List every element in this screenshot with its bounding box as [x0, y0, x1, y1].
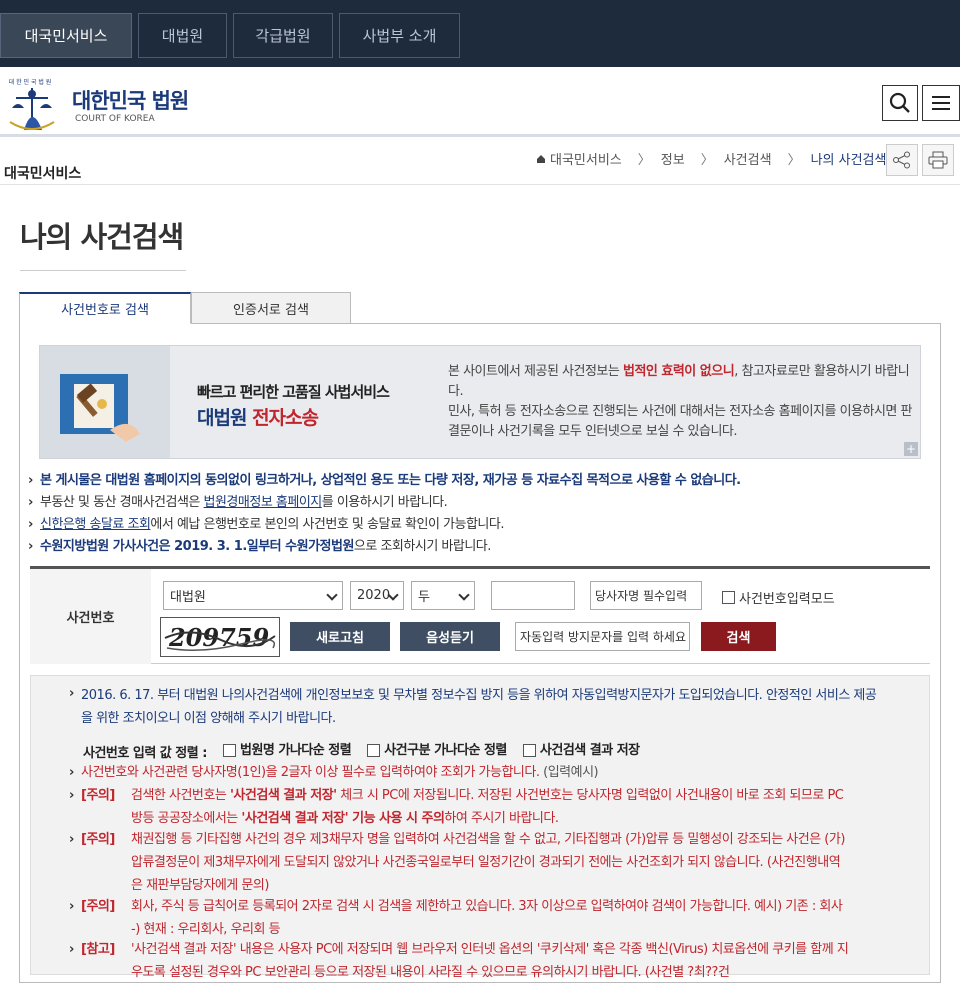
sub-bar: 대국민서비스 대국민서비스 〉 정보 〉 사건검색 〉 나의 사건검색 — [0, 137, 960, 185]
tab-search-by-case-number[interactable]: 사건번호로 검색 — [19, 292, 191, 324]
save-results-checkbox[interactable]: 사건검색 결과 저장 — [522, 739, 640, 762]
home-icon[interactable] — [536, 154, 546, 164]
tab-courts[interactable]: 각급법원 — [233, 13, 333, 58]
page-title: 나의 사건검색 — [20, 220, 184, 254]
site-header: 대 한 민 국 법 원 대한민국 법원 COURT OF KOREA — [0, 67, 960, 137]
ecourt-banner[interactable]: 빠르고 편리한 고품질 사법서비스 대법원 전자소송 본 사이트에서 제공된 사… — [39, 345, 921, 459]
case-number-input[interactable] — [491, 581, 575, 610]
share-button[interactable] — [886, 144, 918, 176]
tab-judiciary-intro[interactable]: 사법부 소개 — [339, 13, 460, 58]
party-name-input[interactable]: 당사자명 필수입력 — [590, 581, 702, 610]
info-box: › 2016. 6. 17. 부터 대법원 나의사건검색에 개인정보보호 및 무… — [30, 675, 930, 980]
top-nav: 대국민서비스 대법원 각급법원 사법부 소개 — [0, 0, 960, 67]
tab-search-by-certificate[interactable]: 인증서로 검색 — [191, 292, 351, 324]
refresh-captcha-button[interactable]: 새로고침 — [290, 622, 390, 651]
breadcrumb-item-current: 나의 사건검색 — [810, 153, 887, 168]
banner-ecourt-title: 대법원 전자소송 — [197, 407, 319, 429]
list-item: 본 게시물은 대법원 홈페이지의 동의없이 링크하거나, 상업적인 용도 또는 … — [28, 470, 741, 492]
chevron-down-icon — [458, 589, 470, 601]
sort-court-name-checkbox[interactable]: 법원명 가나다순 정렬 — [222, 739, 352, 762]
list-item: 신한은행 송달료 조회에서 예납 은행번호로 본인의 사건번호 및 송달료 확인… — [28, 514, 741, 536]
search-tabs: 사건번호로 검색 인증서로 검색 — [19, 292, 351, 324]
reference-cookie-text: '사건검색 결과 저장' 내용은 사용자 PC에 저장되며 웹 브라우저 인터넷… — [131, 942, 849, 980]
banner-headline: 빠르고 편리한 고품질 사법서비스 — [197, 383, 390, 401]
banner-notice: 본 사이트에서 제공된 사건정보는 법적인 효력이 없으니, 참고자료로만 활용… — [448, 364, 912, 439]
captcha-image: 209759 — [160, 617, 280, 657]
court-select[interactable]: 대법원 — [163, 581, 343, 610]
svg-text:대 한 민 국 법 원: 대 한 민 국 법 원 — [9, 78, 52, 86]
caution-company-text: 회사, 주식 등 급칙어로 등록되어 2자로 검색 시 검색을 제한하고 있습니… — [131, 899, 843, 937]
search-button[interactable] — [882, 85, 918, 121]
tab-public-service[interactable]: 대국민서비스 — [0, 13, 132, 58]
print-button[interactable] — [922, 144, 954, 176]
tab-supreme-court[interactable]: 대법원 — [138, 13, 227, 58]
captcha-input[interactable]: 자동입력 방지문자를 입력 하세요 — [515, 622, 690, 651]
shinhan-fee-link[interactable]: 신한은행 송달료 조회 — [40, 517, 151, 532]
menu-button[interactable] — [922, 85, 960, 121]
court-logo-icon[interactable]: 대 한 민 국 법 원 — [2, 74, 62, 136]
hamburger-menu-icon — [932, 96, 950, 110]
audio-captcha-button[interactable]: 음성듣기 — [400, 622, 500, 651]
caution-tag: [주의] — [81, 832, 115, 847]
search-submit-button[interactable]: 검색 — [701, 622, 776, 651]
gavel-illustration — [40, 346, 170, 458]
list-item: 부동산 및 동산 경매사건검색은 법원경매정보 홈페이지를 이용하시기 바랍니다… — [28, 492, 741, 514]
list-item: 수원지방법원 가사사건은 2019. 3. 1.일부터 수원가정법원으로 조회하… — [28, 536, 741, 558]
reference-tag: [참고] — [81, 942, 115, 957]
caution-tag: [주의] — [81, 899, 115, 914]
brand-title[interactable]: 대한민국 법원 — [72, 85, 189, 115]
breadcrumb: 대국민서비스 〉 정보 〉 사건검색 〉 나의 사건검색 — [536, 149, 892, 168]
caution-execution-text: 채권집행 등 기타집행 사건의 경우 제3채무자 명을 입력하여 사건검색을 할… — [131, 832, 845, 893]
captcha-intro-text: 2016. 6. 17. 부터 대법원 나의사건검색에 개인정보보호 및 무차별… — [81, 688, 877, 726]
title-divider — [20, 270, 186, 271]
chevron-right-icon: 〉 — [700, 153, 714, 168]
case-search-form: 사건번호 대법원 2020 두 당사자명 필수입력 사건번호입력모드 20975… — [30, 566, 930, 664]
share-icon — [893, 151, 910, 169]
caution-save-text: 검색한 사건번호는 '사건검색 결과 저장' 체크 시 PC에 저장됩니다. 저… — [131, 788, 844, 826]
year-select[interactable]: 2020 — [350, 581, 404, 610]
section-title: 대국민서비스 — [4, 166, 82, 182]
case-type-select[interactable]: 두 — [411, 581, 475, 610]
case-number-label: 사건번호 — [30, 569, 151, 664]
chevron-right-icon: 〉 — [787, 153, 801, 168]
printer-icon — [928, 151, 948, 169]
case-number-mode-checkbox[interactable]: 사건번호입력모드 — [722, 588, 835, 607]
input-example-link[interactable]: (입력예시) — [543, 765, 598, 780]
chevron-right-icon: 〉 — [637, 153, 651, 168]
breadcrumb-item-public-service[interactable]: 대국민서비스 — [550, 149, 622, 168]
chevron-down-icon — [326, 589, 338, 601]
caution-tag: [주의] — [81, 788, 115, 803]
search-icon — [889, 92, 910, 113]
auction-site-link[interactable]: 법원경매정보 홈페이지 — [204, 495, 323, 510]
breadcrumb-item-case-search[interactable]: 사건검색 — [724, 149, 772, 168]
sort-case-type-checkbox[interactable]: 사건구분 가나다순 정렬 — [367, 739, 507, 762]
brand-subtitle: COURT OF KOREA — [75, 114, 155, 124]
notice-list: 본 게시물은 대법원 홈페이지의 동의없이 링크하거나, 상업적인 용도 또는 … — [28, 470, 741, 558]
breadcrumb-item-info[interactable]: 정보 — [661, 149, 685, 168]
input-requirement-text: 사건번호와 사건관련 당사자명(1인)을 2글자 이상 필수로 입력하여야 조회… — [81, 765, 599, 780]
expand-icon[interactable]: + — [904, 442, 918, 456]
